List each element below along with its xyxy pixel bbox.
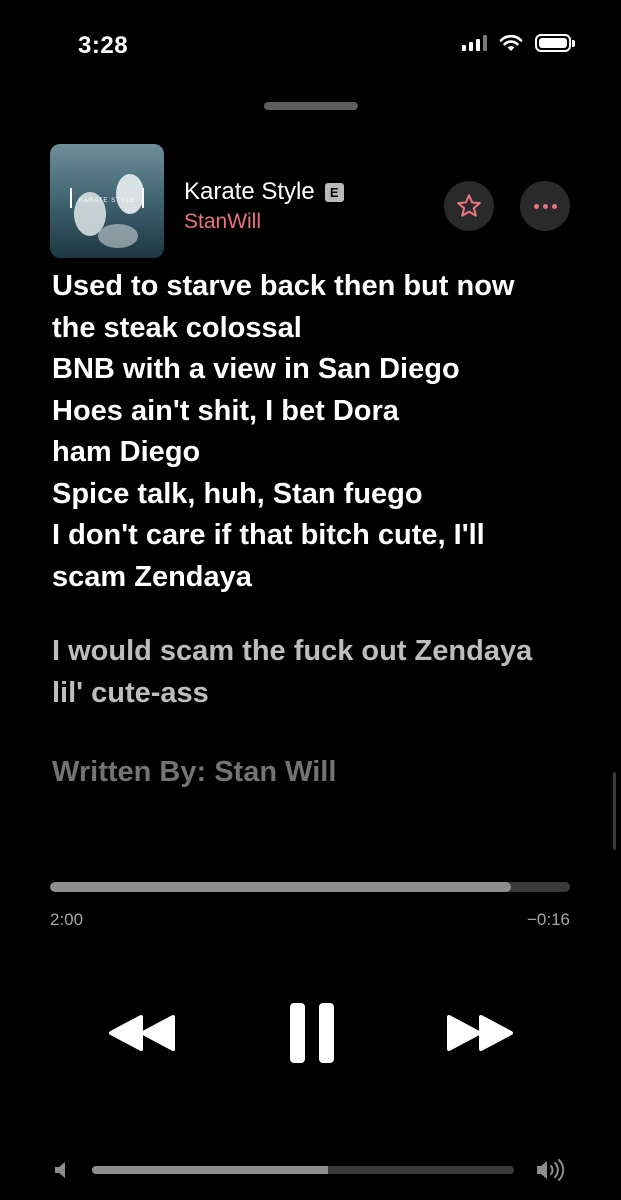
speaker-high-icon <box>537 1159 565 1181</box>
lyrics-view[interactable]: Used to starve back then but now the ste… <box>52 266 592 794</box>
pause-button[interactable] <box>284 1000 340 1066</box>
now-playing-screen: 3:28 KARATE STYLE Karate Style E StanWil… <box>0 0 621 1200</box>
battery-icon <box>535 34 575 52</box>
more-options-button[interactable] <box>520 181 570 231</box>
status-icons <box>462 34 575 52</box>
playback-progress-fill <box>50 882 512 892</box>
lyric-line-upcoming[interactable]: I would scam the fuck out Zendaya <box>52 631 592 673</box>
status-time: 3:28 <box>78 32 129 59</box>
lyrics-credits: Written By: Stan Will <box>52 756 337 788</box>
time-elapsed: 2:00 <box>50 910 84 929</box>
volume-fill <box>92 1166 329 1174</box>
speaker-low-icon <box>55 1162 65 1178</box>
scroll-indicator[interactable] <box>613 772 616 850</box>
lyric-line[interactable]: ham Diego <box>52 432 592 474</box>
lyric-line[interactable]: the steak colossal <box>52 308 592 350</box>
lyric-line[interactable]: scam Zendaya <box>52 557 592 599</box>
cellular-signal-icon <box>462 35 487 51</box>
lyric-line[interactable]: BNB with a view in San Diego <box>52 349 592 391</box>
sheet-grabber[interactable] <box>264 102 358 110</box>
song-title[interactable]: Karate Style <box>184 178 315 206</box>
lyric-line[interactable]: Used to starve back then but now <box>52 266 592 308</box>
rewind-icon <box>109 1015 175 1051</box>
volume-slider[interactable] <box>92 1166 514 1174</box>
fast-forward-icon <box>447 1015 513 1051</box>
explicit-badge: E <box>324 182 344 202</box>
pause-icon <box>290 1003 334 1063</box>
lyric-line[interactable]: Spice talk, huh, Stan fuego <box>52 474 592 516</box>
album-artwork[interactable]: KARATE STYLE <box>50 144 164 258</box>
wifi-icon <box>499 34 523 51</box>
ellipsis-icon <box>533 203 557 209</box>
time-remaining: −0:16 <box>526 910 570 929</box>
lyric-line[interactable]: I don't care if that bitch cute, I'll <box>52 515 592 557</box>
artist-name[interactable]: StanWill <box>184 210 261 234</box>
playback-scrubber[interactable] <box>50 882 570 892</box>
song-title-row[interactable]: Karate Style E <box>184 178 344 206</box>
fast-forward-button[interactable] <box>442 1008 518 1058</box>
rewind-button[interactable] <box>104 1008 180 1058</box>
favorite-button[interactable] <box>444 181 494 231</box>
lyric-line-upcoming[interactable]: lil' cute-ass <box>52 673 592 715</box>
star-icon <box>457 194 481 217</box>
lyric-line[interactable]: Hoes ain't shit, I bet Dora <box>52 391 592 433</box>
svg-text:KARATE STYLE: KARATE STYLE <box>79 198 135 204</box>
